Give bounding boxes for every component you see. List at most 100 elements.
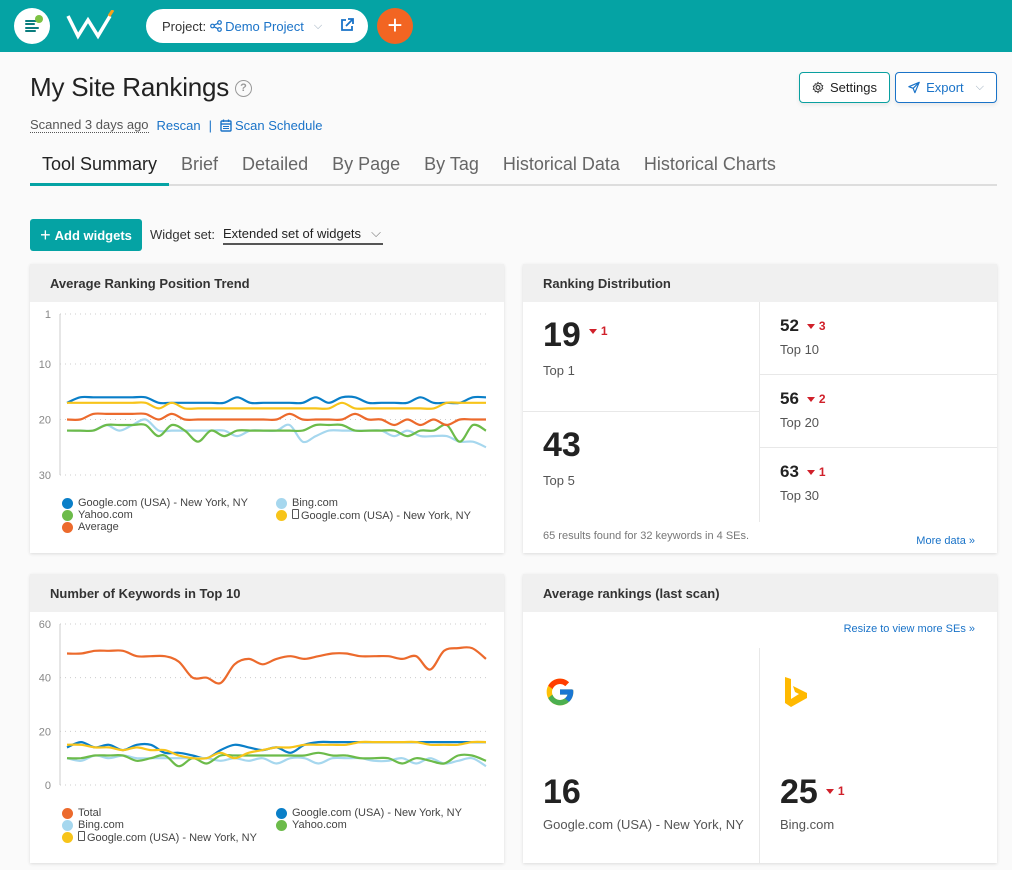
tab-historical-charts[interactable]: Historical Charts — [632, 148, 788, 186]
stat-delta: 3 — [806, 319, 826, 333]
legend-item[interactable]: Google.com (USA) - New York, NY — [276, 807, 462, 819]
app-logo[interactable] — [66, 10, 116, 40]
legend-item[interactable]: Google.com (USA) - New York, NY — [62, 497, 248, 509]
ranking-trend-chart: 1 10 20 30 — [39, 309, 487, 482]
stat-delta: 1 — [588, 324, 608, 338]
chart-legend: Total Google.com (USA) - New York, NY Bing… — [62, 807, 502, 847]
results-summary: 65 results found for 32 keywords in 4 SE… — [543, 530, 750, 542]
widget-set-label: Widget set: — [150, 227, 216, 242]
chevron-down-icon: ⌵ — [371, 225, 381, 240]
external-link-icon[interactable] — [340, 18, 354, 32]
stat-top1: 19 1 Top 1 — [523, 302, 760, 412]
stat-label: Top 20 — [780, 415, 820, 430]
gear-icon — [812, 81, 824, 94]
tab-brief[interactable]: Brief — [169, 148, 230, 186]
calendar-icon — [220, 119, 232, 132]
series-line — [66, 754, 487, 768]
y-tick-label: 20 — [39, 414, 51, 426]
widget-set-select[interactable]: Extended set of widgets ⌵ — [223, 222, 383, 245]
settings-button[interactable]: Settings — [799, 72, 890, 103]
down-arrow-icon — [806, 324, 815, 330]
tab-bar: Tool Summary Brief Detailed By Page By T… — [30, 148, 997, 186]
tab-detailed[interactable]: Detailed — [230, 148, 320, 186]
add-widgets-label: Add widgets — [54, 227, 132, 243]
series-line — [66, 412, 486, 427]
google-logo-icon — [546, 678, 574, 706]
engine-google: 16 Google.com (USA) - New York, NY — [523, 648, 760, 863]
legend-label: Yahoo.com — [78, 509, 133, 521]
widget-title: Average Ranking Position Trend — [30, 264, 504, 302]
page-title: My Site Rankings — [30, 72, 230, 102]
y-tick-label: 1 — [45, 309, 51, 321]
keywords-top10-widget: Number of Keywords in Top 10 0 20 40 60 Tot… — [30, 574, 504, 863]
legend-item[interactable]: Bing.com — [276, 497, 338, 509]
main-menu-button[interactable] — [14, 8, 50, 44]
help-icon[interactable]: ? — [235, 80, 252, 97]
tab-tool-summary[interactable]: Tool Summary — [30, 148, 170, 186]
legend-item[interactable]: Google.com (USA) - New York, NY — [276, 509, 471, 522]
settings-label: Settings — [830, 80, 877, 95]
widget-title: Number of Keywords in Top 10 — [30, 574, 504, 612]
legend-color-icon — [62, 832, 73, 843]
legend-color-icon — [276, 510, 287, 521]
engine-label: Google.com (USA) - New York, NY — [543, 817, 744, 832]
y-tick-label: 60 — [39, 619, 51, 631]
scan-info: Scanned 3 days ago Rescan | Scan Schedul… — [30, 117, 322, 133]
top-bar: Project: Demo Project ⌵ + — [0, 0, 1012, 52]
legend-label: Google.com (USA) - New York, NY — [78, 497, 248, 509]
widget-title: Average rankings (last scan) — [523, 574, 997, 612]
add-button[interactable]: + — [377, 8, 413, 44]
stat-top20: 56 2 Top 20 — [760, 375, 997, 448]
legend-label: Google.com (USA) - New York, NY — [292, 509, 471, 522]
legend-label: Total — [78, 807, 102, 819]
series-line — [66, 646, 487, 685]
engine-delta: 1 — [825, 784, 845, 798]
bing-logo-icon — [785, 677, 807, 707]
tab-by-tag[interactable]: By Tag — [412, 148, 491, 186]
resize-link[interactable]: Resize to view more SEs » — [844, 623, 975, 635]
legend-label: Google.com (USA) - New York, NY — [292, 807, 462, 819]
stat-delta: 1 — [806, 465, 826, 479]
legend-item[interactable]: Total — [62, 807, 101, 819]
stat-label: Top 10 — [780, 342, 820, 357]
engine-value: 16 — [543, 773, 581, 811]
stat-value: 19 — [543, 316, 581, 354]
export-button[interactable]: Export ⌵ — [895, 72, 997, 103]
tab-by-page[interactable]: By Page — [320, 148, 412, 186]
widget-set-value: Extended set of widgets — [223, 226, 362, 241]
legend-color-icon — [276, 497, 287, 509]
separator: | — [208, 117, 213, 133]
legend-label: Bing.com — [292, 497, 338, 509]
legend-item[interactable]: Google.com (USA) - New York, NY — [62, 831, 257, 844]
stat-top5: 43 Top 5 — [523, 412, 760, 522]
stat-label: Top 5 — [543, 473, 575, 488]
export-label: Export — [926, 80, 964, 95]
mobile-device-icon — [78, 831, 85, 841]
tab-historical-data[interactable]: Historical Data — [491, 148, 632, 186]
rescan-link[interactable]: Rescan — [157, 118, 201, 133]
scanned-status: Scanned 3 days ago — [30, 117, 149, 133]
project-selector[interactable]: Project: Demo Project ⌵ — [146, 9, 368, 43]
more-data-link[interactable]: More data » — [916, 535, 975, 547]
scan-schedule-link[interactable]: Scan Schedule — [235, 118, 322, 133]
legend-color-icon — [276, 819, 287, 831]
keywords-top10-chart: 0 20 40 60 — [39, 619, 487, 792]
y-tick-label: 0 — [45, 780, 51, 792]
legend-item[interactable]: Yahoo.com — [276, 819, 347, 831]
chart-legend: Google.com (USA) - New York, NY Bing.com Y… — [62, 497, 502, 537]
notification-dot — [35, 15, 43, 23]
legend-item[interactable]: Bing.com — [62, 819, 124, 831]
average-rankings-widget: Average rankings (last scan) Resize to v… — [523, 574, 997, 863]
legend-item[interactable]: Average — [62, 521, 119, 533]
y-tick-label: 20 — [39, 726, 51, 738]
stat-value: 56 — [780, 389, 799, 408]
legend-label: Bing.com — [78, 819, 124, 831]
stat-label: Top 30 — [780, 488, 820, 503]
widget-title: Ranking Distribution — [523, 264, 997, 302]
engine-label: Bing.com — [780, 817, 835, 832]
stat-top30: 63 1 Top 30 — [760, 448, 997, 522]
chevron-down-icon: ⌵ — [313, 19, 323, 32]
legend-item[interactable]: Yahoo.com — [62, 509, 133, 521]
down-arrow-icon — [806, 470, 815, 476]
add-widgets-button[interactable]: + Add widgets — [30, 219, 142, 251]
